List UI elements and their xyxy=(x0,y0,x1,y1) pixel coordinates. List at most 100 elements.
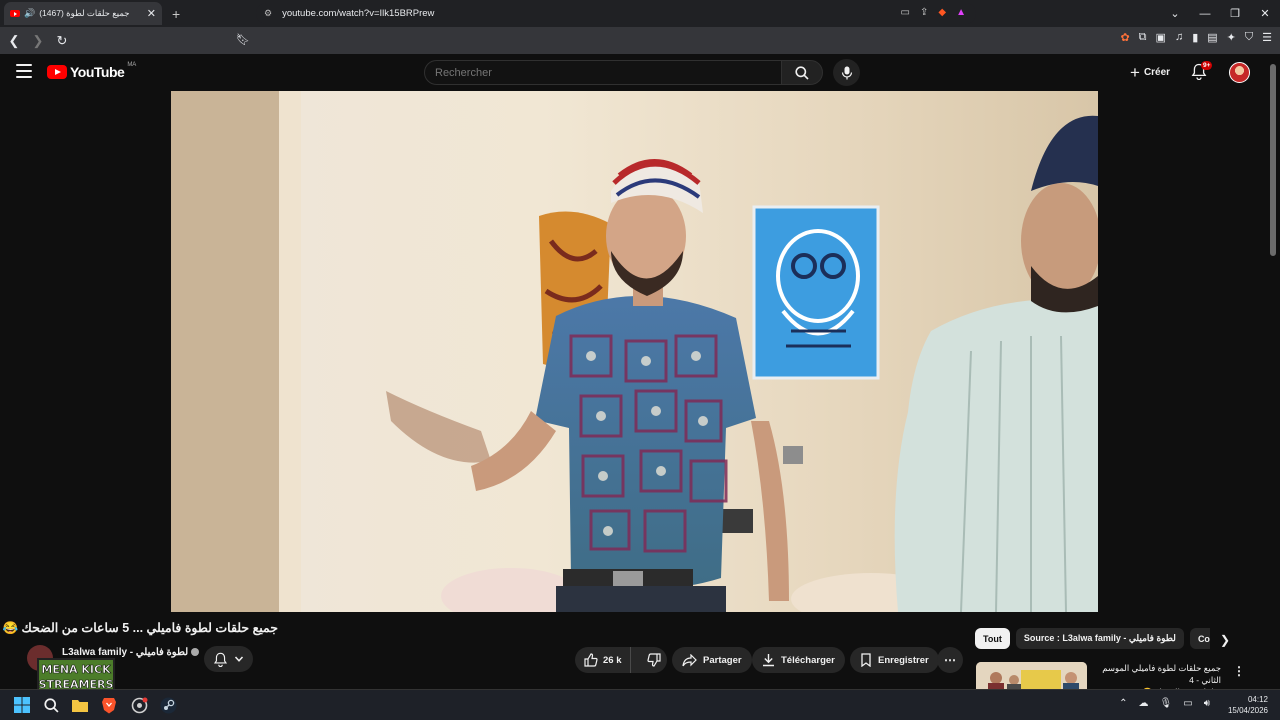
url-text: youtube.com/watch?v=Ilk15BRPrew xyxy=(282,8,435,19)
close-window-button[interactable]: ✕ xyxy=(1250,7,1280,20)
page-scrollbar[interactable] xyxy=(1270,64,1276,256)
bell-icon xyxy=(213,652,228,667)
door-edge xyxy=(279,91,301,612)
thumbs-down-icon xyxy=(646,653,661,667)
network-icon[interactable]: ▭ xyxy=(1183,698,1192,709)
music-icon[interactable]: ♫ xyxy=(1175,31,1183,44)
cloud-icon[interactable]: ☁︎ xyxy=(1139,698,1149,709)
thumbs-up-icon xyxy=(584,653,598,667)
puzzle-icon[interactable]: ⧉ xyxy=(1139,31,1147,44)
leo-ai-icon[interactable]: ✦ xyxy=(1227,31,1236,44)
recommended-video-menu-icon[interactable]: ⋮ xyxy=(1233,664,1245,678)
extension-icons: ✿ ⧉ ▣ ♫ ▮ ▤ ✦ ⛉ ☰ xyxy=(1120,31,1272,44)
new-tab-button[interactable]: + xyxy=(172,6,180,22)
restore-button[interactable]: ❐ xyxy=(1220,7,1250,20)
like-count: 26 k xyxy=(603,654,622,666)
microphone-tray-icon[interactable]: 🎙︎ xyxy=(1160,698,1173,709)
chevron-up-icon[interactable]: ⌃ xyxy=(1119,698,1127,709)
speaker-icon[interactable]: 🔊 xyxy=(24,8,35,19)
video-frame xyxy=(171,91,1098,612)
steam-icon[interactable] xyxy=(159,696,177,714)
filter-chips: Tout Source : L3alwa family - لطوة فاميل… xyxy=(975,628,1210,650)
youtube-header: YouTube MA + Créer 9+ xyxy=(0,54,1280,91)
youtube-favicon-icon xyxy=(10,10,20,17)
brave-browser-icon[interactable] xyxy=(100,696,118,714)
chevron-right-icon[interactable]: ❯ xyxy=(1220,633,1230,647)
close-tab-icon[interactable]: ✕ xyxy=(147,7,156,20)
dislike-button[interactable] xyxy=(637,647,671,673)
tab-title: (1467) جميع حلقات لطوة xyxy=(39,8,130,18)
thumbnail-image xyxy=(976,662,1087,692)
chip-source[interactable]: Source : L3alwa family - لطوة فاميلي xyxy=(1015,628,1184,649)
browser-menu-icon[interactable]: ☰ xyxy=(1262,31,1272,44)
brave-shield-icon[interactable]: ◆ xyxy=(938,7,946,18)
door-frame xyxy=(171,91,283,612)
bookmark-icon[interactable]: 🔖︎ xyxy=(236,33,250,46)
verified-icon xyxy=(191,648,200,657)
jeans xyxy=(556,586,726,612)
tab-search-button[interactable]: ⌄ xyxy=(1160,7,1190,20)
browser-toolbar: ❮ ❯ ↻ xyxy=(0,27,1280,54)
youtube-logo[interactable]: YouTube MA xyxy=(47,62,137,80)
create-label: Créer xyxy=(1143,67,1171,78)
sidebar-icon[interactable]: ▮ xyxy=(1192,31,1198,44)
notifications-button[interactable]: 9+ xyxy=(1191,61,1213,83)
file-explorer-icon[interactable] xyxy=(71,696,89,714)
system-tray: ⌃ ☁︎ 🎙︎ ▭ 🔊︎ xyxy=(1119,698,1210,709)
cast-icon[interactable]: ▭ xyxy=(901,7,910,18)
region-code: MA xyxy=(127,62,137,68)
microphone-icon xyxy=(841,66,852,79)
chip-all[interactable]: Tout xyxy=(975,628,1010,649)
chevron-down-icon xyxy=(234,656,244,662)
window-controls: ⌄ — ❐ ✕ xyxy=(1160,0,1280,27)
minimize-button[interactable]: — xyxy=(1190,8,1220,20)
omnibox-actions: ▭ ⇪ ◆ ▲ xyxy=(901,7,966,18)
share-button[interactable]: Partager xyxy=(672,647,752,673)
vpn-icon[interactable]: ⛉ xyxy=(1245,31,1253,44)
back-button[interactable]: ❮ xyxy=(4,33,24,49)
browser-tab[interactable]: 🔊 (1467) جميع حلقات لطوة ✕ xyxy=(4,2,162,25)
notification-badge: 9+ xyxy=(1201,61,1213,70)
video-player[interactable] xyxy=(171,91,1098,612)
recommended-video-thumbnail[interactable] xyxy=(976,662,1087,692)
forward-button[interactable]: ❯ xyxy=(28,33,48,49)
like-button[interactable]: 26 k xyxy=(575,647,631,673)
youtube-play-icon xyxy=(47,65,67,79)
chromium-icon[interactable] xyxy=(130,696,148,714)
avatar[interactable] xyxy=(1229,62,1250,83)
like-dislike-group: 26 k xyxy=(575,647,667,673)
hamburger-menu-icon[interactable] xyxy=(16,64,32,78)
taskbar: ⌃ ☁︎ 🎙︎ ▭ 🔊︎ 04:12 15/04/2026 xyxy=(0,689,1280,720)
address-bar[interactable]: ⚙︎ youtube.com/watch?v=Ilk15BRPrew ▭ ⇪ ◆… xyxy=(256,3,976,24)
search-icon xyxy=(795,65,809,80)
share-label: Partager xyxy=(703,654,742,666)
volume-icon[interactable]: 🔊︎ xyxy=(1204,698,1210,709)
recommended-title-line1: جميع حلقات لطوة فاميلي الموسم الثاني - 4 xyxy=(1102,663,1221,685)
youtube-wordmark: YouTube xyxy=(70,64,125,80)
save-button[interactable]: Enregistrer xyxy=(850,647,939,673)
share-page-icon[interactable]: ⇪ xyxy=(920,7,928,18)
brave-rewards-icon[interactable]: ▲ xyxy=(956,7,966,18)
wallet-icon[interactable]: ▤ xyxy=(1207,31,1217,44)
search-button[interactable] xyxy=(781,60,823,85)
extension-icon[interactable]: ✿ xyxy=(1120,31,1129,44)
search-input[interactable] xyxy=(424,60,782,85)
chip-comedy[interactable]: Comé xyxy=(1189,628,1210,649)
voice-search-button[interactable] xyxy=(833,59,860,86)
download-button[interactable]: Télécharger xyxy=(752,647,845,673)
bookmark-add-icon xyxy=(861,653,871,667)
reload-button[interactable]: ↻ xyxy=(52,33,72,49)
more-actions-button[interactable]: ⋯ xyxy=(937,647,963,673)
subscription-bell-button[interactable] xyxy=(204,646,253,672)
site-info-icon[interactable]: ⚙︎ xyxy=(264,8,272,19)
video-title: جميع حلقات لطوة فاميلي ... 5 ساعات من ال… xyxy=(2,621,278,635)
clock-date: 15/04/2026 xyxy=(1227,706,1268,715)
screen: { "browser": { "tab": { "title": "(1467)… xyxy=(0,0,1280,720)
screenshot-icon[interactable]: ▣ xyxy=(1156,31,1166,44)
taskbar-search-icon[interactable] xyxy=(42,696,60,714)
taskbar-clock[interactable]: 04:12 15/04/2026 xyxy=(1228,694,1268,716)
share-icon xyxy=(682,653,697,666)
windows-start-icon[interactable] xyxy=(13,696,31,714)
create-button[interactable]: + Créer xyxy=(1124,62,1176,83)
plus-icon: + xyxy=(1130,63,1140,82)
